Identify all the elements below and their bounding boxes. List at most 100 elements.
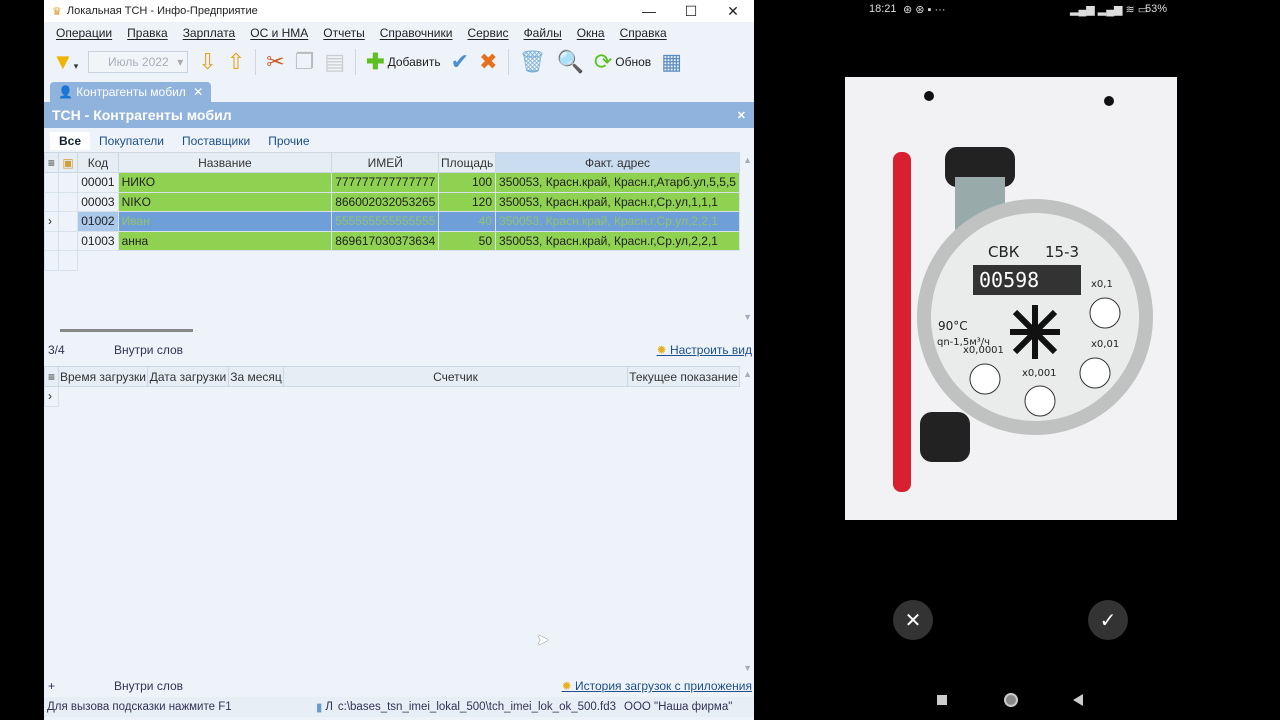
confirm-button[interactable]: ✓ — [1088, 600, 1128, 640]
menu-help[interactable]: Справка — [620, 26, 667, 40]
add-icon[interactable]: + — [44, 679, 114, 693]
menu-service[interactable]: Сервис — [467, 26, 508, 40]
sort-asc-icon[interactable]: ⇩ — [198, 51, 216, 73]
menu-directories[interactable]: Справочники — [380, 26, 453, 40]
menu-files[interactable]: Файлы — [524, 26, 562, 40]
cell-name: НИКО — [117, 172, 333, 193]
calculator-icon[interactable]: ▦ — [661, 51, 682, 73]
panel-close-icon[interactable]: ✕ — [737, 109, 746, 122]
app-status-bar: Для вызова подсказки нажмите F1 ▮ Л c:\b… — [44, 697, 754, 717]
scroll-up-icon[interactable]: ▲ — [743, 155, 752, 165]
row-pointer-icon: › — [44, 386, 59, 407]
cell-imei: 869617030373634 — [331, 230, 440, 251]
col-month[interactable]: За месяц — [228, 366, 284, 387]
menu-operations[interactable]: Операции — [56, 26, 112, 40]
month-value: Июль 2022 — [107, 55, 169, 69]
refresh-button[interactable]: ⟳ Обнов — [594, 51, 651, 73]
meter-photo: 00598 СВК 15-3 90°С qn-1,5м³/ч x0,1 x0,0… — [845, 77, 1177, 520]
col-address[interactable]: Факт. адрес — [495, 152, 740, 173]
copy-icon[interactable]: ❐ — [295, 51, 315, 73]
col-current-reading[interactable]: Текущее показание — [627, 366, 740, 387]
table-row-selected[interactable]: › 01002 Иван 555555555555555 40 350053, Красн… — [44, 211, 740, 232]
configure-view-link[interactable]: ✹ Настроить вид — [657, 343, 754, 357]
upload-history-label: История загрузок с приложения — [575, 679, 752, 693]
add-label: Добавить — [387, 55, 441, 69]
divider — [355, 49, 357, 75]
cell-address: 350053, Красн.край, Красн.г,Ср.ул,1,1,1 — [495, 191, 740, 212]
tab-suppliers[interactable]: Поставщики — [173, 132, 259, 150]
col-name[interactable]: Название — [117, 152, 333, 173]
table-row[interactable]: 01003 анна 869617030373634 50 350053, Красн.… — [44, 230, 740, 251]
menu-edit[interactable]: Правка — [127, 26, 168, 40]
water-meter-image: 00598 СВК 15-3 90°С qn-1,5м³/ч x0,1 x0,0… — [893, 91, 1153, 492]
panel-title: ТСН - Контрагенты мобил — [52, 107, 232, 123]
tab-close-icon[interactable]: ✕ — [193, 85, 203, 99]
empty-row: › — [44, 386, 740, 407]
tab-counterparties[interactable]: 👤 Контрагенты мобил ✕ — [50, 82, 212, 102]
scroll-down-icon[interactable]: ▼ — [743, 312, 752, 322]
cell-area: 100 — [438, 172, 497, 193]
grid-status-bar: 3/4 Внутри слов ✹ Настроить вид — [44, 340, 754, 360]
cut-icon[interactable]: ✂ — [266, 51, 284, 73]
add-button[interactable]: ✚ Добавить — [366, 51, 440, 73]
app-icon: ♛ — [52, 5, 62, 18]
meter-dial-x0-1: x0,1 — [1091, 279, 1113, 290]
company-name: ООО "Наша фирма" — [624, 701, 733, 713]
search-mode[interactable]: Внутри слов — [114, 679, 183, 693]
column-menu-icon[interactable]: ≡ — [44, 152, 59, 173]
tab-all[interactable]: Все — [50, 132, 91, 150]
sort-desc-icon[interactable]: ⇧ — [227, 51, 245, 73]
document-tabs: 👤 Контрагенты мобил ✕ — [44, 80, 754, 102]
cell-name: NIKO — [117, 191, 333, 212]
menu-salary[interactable]: Зарплата — [183, 26, 236, 40]
col-code[interactable]: Код — [77, 152, 119, 173]
tab-buyers[interactable]: Покупатели — [90, 132, 173, 150]
minimize-button[interactable]: — — [628, 3, 670, 20]
tab-other[interactable]: Прочие — [259, 132, 318, 150]
scroll-up-icon[interactable]: ▲ — [743, 369, 752, 379]
table-row[interactable]: 00001 НИКО 777777777777777 100 350053, Красн… — [44, 172, 740, 193]
readings-status-bar: + Внутри слов ✹ История загрузок с прило… — [44, 676, 754, 696]
nav-recents-icon[interactable] — [937, 695, 947, 705]
col-imei[interactable]: ИМЕЙ — [331, 152, 440, 173]
menu-assets[interactable]: ОС и НМА — [250, 26, 308, 40]
gear-icon: ✹ — [561, 679, 572, 693]
horizontal-scrollbar[interactable] — [60, 329, 193, 332]
maximize-button[interactable]: ☐ — [670, 3, 712, 20]
cell-code: 00001 — [77, 172, 119, 193]
tab-label: Контрагенты мобил — [76, 85, 186, 99]
delete-x-icon[interactable]: ✖ — [479, 51, 497, 73]
cell-address: 350053, Красн.край, Красн.г,Ср.ул,2,2,1 — [495, 211, 740, 232]
month-select[interactable]: Июль 2022 — [88, 51, 189, 73]
hint-text: Для вызова подсказки нажмите F1 — [47, 701, 232, 713]
close-button[interactable]: ✕ — [712, 3, 754, 20]
menu-windows[interactable]: Окна — [577, 26, 605, 40]
menu-reports[interactable]: Отчеты — [323, 26, 364, 40]
filter-icon[interactable]: ▼▾ — [52, 51, 78, 73]
cell-area: 40 — [438, 211, 497, 232]
paste-icon[interactable]: ▤ — [324, 51, 345, 73]
cell-code: 01002 — [77, 211, 119, 232]
panel-header: ТСН - Контрагенты мобил ✕ — [44, 102, 754, 128]
search-mode[interactable]: Внутри слов — [114, 343, 183, 357]
configure-view-label: Настроить вид — [669, 343, 752, 357]
col-area[interactable]: Площадь — [438, 152, 497, 173]
column-menu-icon[interactable]: ≡ — [44, 366, 59, 387]
trash-icon[interactable]: 🗑 — [519, 51, 547, 73]
cell-imei: 866002032053265 — [331, 191, 440, 212]
search-icon[interactable]: 🔍 — [556, 51, 583, 73]
upload-history-link[interactable]: ✹ История загрузок с приложения — [562, 679, 754, 693]
record-count: 3/4 — [48, 343, 65, 357]
nav-home-icon[interactable] — [1004, 693, 1018, 707]
col-upload-time[interactable]: Время загрузки — [58, 366, 148, 387]
row-pointer-icon: › — [44, 211, 59, 232]
cancel-button[interactable]: ✕ — [893, 600, 933, 640]
check-icon[interactable]: ✔ — [451, 51, 469, 73]
col-meter[interactable]: Счетчик — [283, 366, 628, 387]
table-row[interactable]: 00003 NIKO 866002032053265 120 350053, Красн… — [44, 191, 740, 212]
folder-icon[interactable]: ▣ — [57, 152, 79, 173]
cell-name: Иван — [117, 211, 333, 232]
scroll-down-icon[interactable]: ▼ — [743, 663, 752, 673]
col-upload-date[interactable]: Дата загрузки — [147, 366, 229, 387]
nav-back-icon[interactable] — [1073, 694, 1083, 706]
